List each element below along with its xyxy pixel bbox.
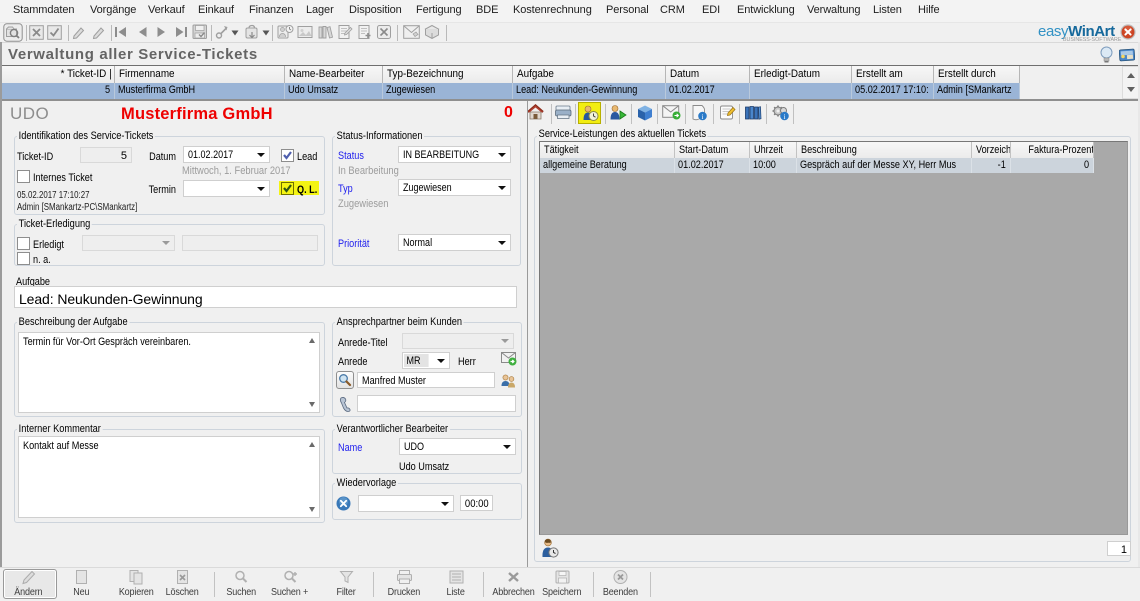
svg-text:i: i	[784, 113, 786, 121]
svg-text:i: i	[702, 113, 704, 121]
